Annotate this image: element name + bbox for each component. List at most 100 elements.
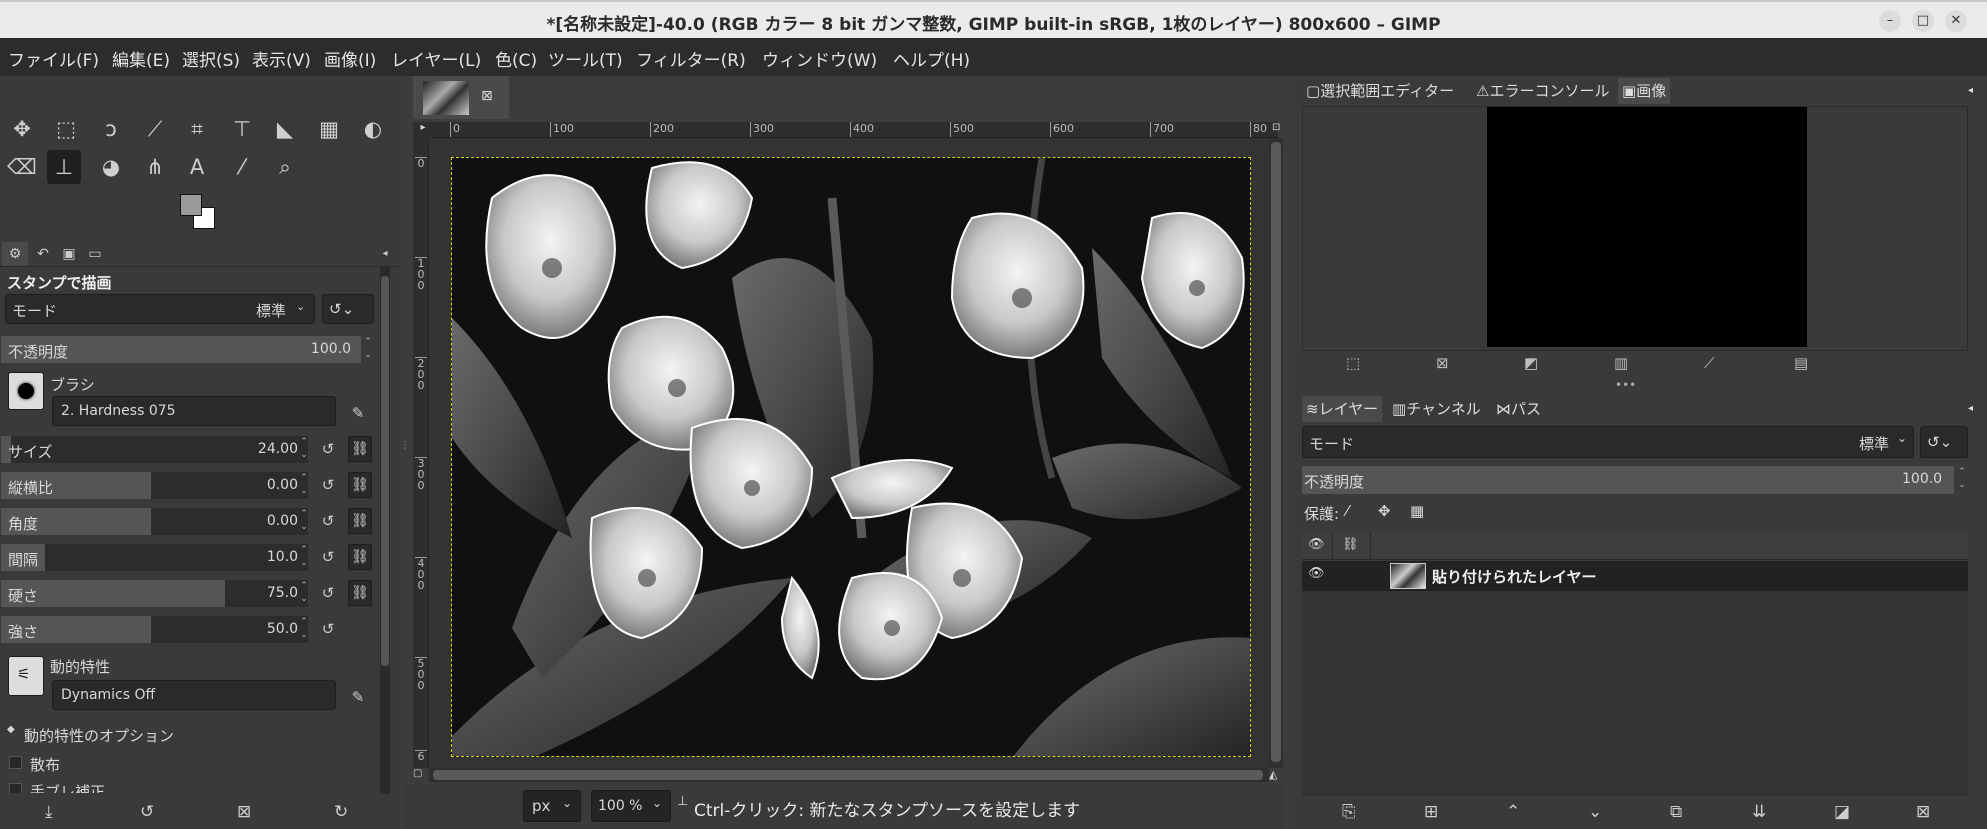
layer-opacity-spin-icon[interactable]: ⌃ ⌄ bbox=[1956, 466, 1968, 493]
fuzzy-select-icon[interactable]: ⟋ bbox=[138, 112, 172, 146]
lasso-icon[interactable]: ↄ bbox=[94, 112, 128, 146]
force-reset-icon[interactable]: ↺ bbox=[316, 616, 340, 642]
dock-menu-icon[interactable]: ◂ bbox=[372, 242, 398, 266]
pane-resize-icon[interactable]: ••• bbox=[1615, 378, 1636, 392]
spacing-link-icon[interactable]: ⛓ bbox=[348, 544, 372, 570]
brush-name-field[interactable]: 2. Hardness 075 bbox=[52, 396, 336, 426]
layer-mode-combo[interactable]: モード 標準 ⌄ bbox=[1302, 426, 1914, 458]
select-none-icon[interactable]: ⊠ bbox=[1436, 354, 1449, 372]
layer-opacity-slider[interactable]: 不透明度 100.0 bbox=[1302, 466, 1954, 494]
quickmask-corner-icon[interactable]: ▸ bbox=[413, 122, 433, 138]
zoom-follow-icon[interactable]: ⊡ bbox=[1272, 122, 1284, 138]
smudge-icon[interactable]: ◐ bbox=[356, 112, 390, 146]
mode-reset-combo[interactable]: ↺⌄ bbox=[322, 294, 374, 324]
close-tab-icon[interactable]: ⊠ bbox=[481, 88, 493, 104]
navigate-icon[interactable]: ◭ bbox=[1269, 768, 1283, 782]
layer-name[interactable]: 貼り付けられたレイヤー bbox=[1432, 566, 1597, 587]
tab-paths[interactable]: ⋈パス bbox=[1492, 396, 1545, 422]
opacity-slider[interactable]: 不透明度 100.0 bbox=[1, 336, 361, 363]
vertical-ruler[interactable]: 0 1 0 0 2 0 0 3 0 0 4 0 0 5 0 0 6 bbox=[413, 138, 429, 768]
eraser-icon[interactable]: ⌫ bbox=[5, 150, 39, 184]
smudge-blob-icon[interactable]: ◕ bbox=[94, 150, 128, 184]
new-layer-group-icon[interactable]: ⊞ bbox=[1424, 802, 1438, 822]
move-icon[interactable]: ✥ bbox=[5, 112, 39, 146]
dynamics-preview[interactable]: ⚟ bbox=[8, 656, 44, 696]
menu-image[interactable]: 画像(I) bbox=[324, 46, 376, 71]
device-status-tab-icon[interactable]: ▭ bbox=[82, 242, 108, 266]
delete-layer-icon[interactable]: ⊠ bbox=[1916, 802, 1930, 822]
menu-help[interactable]: ヘルプ(H) bbox=[893, 46, 970, 71]
tab-layers[interactable]: ≋レイヤー bbox=[1302, 396, 1383, 422]
dock-menu-icon[interactable]: ◂ bbox=[1964, 78, 1977, 104]
mode-combo[interactable]: モード 標準 ⌄ bbox=[5, 294, 315, 324]
new-layer-icon[interactable]: ⎘ bbox=[1342, 802, 1356, 822]
eye-icon[interactable]: 👁 bbox=[1308, 566, 1325, 581]
tab-channels[interactable]: ▥チャンネル bbox=[1388, 396, 1485, 422]
dynamics-options-label[interactable]: 動的特性のオプション bbox=[24, 725, 174, 746]
bucket-fill-icon[interactable]: ◣ bbox=[268, 112, 302, 146]
image-preview-panel[interactable] bbox=[1302, 106, 1968, 351]
merge-down-icon[interactable]: ⇊ bbox=[1752, 802, 1766, 822]
angle-slider[interactable]: 角度 0.00 bbox=[1, 508, 308, 535]
spacing-reset-icon[interactable]: ↺ bbox=[316, 544, 340, 570]
dock-menu-icon[interactable]: ◂ bbox=[1964, 396, 1977, 422]
canvas-horizontal-scrollbar[interactable] bbox=[429, 768, 1269, 782]
save-preset-icon[interactable]: ⤓ bbox=[45, 802, 53, 822]
force-slider[interactable]: 強さ 50.0 bbox=[1, 616, 308, 643]
layer-mode-reset[interactable]: ↺⌄ bbox=[1920, 426, 1968, 458]
hardness-slider[interactable]: 硬さ 75.0 bbox=[1, 580, 308, 607]
left-scrollbar-thumb[interactable] bbox=[381, 276, 389, 666]
hscroll-thumb[interactable] bbox=[433, 770, 1263, 780]
raise-layer-icon[interactable]: ⌃ bbox=[1506, 802, 1520, 822]
to-path-icon[interactable]: ⟋ bbox=[1704, 354, 1715, 372]
menu-filters[interactable]: フィルター(R) bbox=[636, 46, 746, 71]
spacing-spin-icon[interactable]: ⌃ ⌄ bbox=[298, 544, 310, 571]
canvas-vertical-scrollbar[interactable] bbox=[1269, 138, 1283, 768]
hardness-spin-icon[interactable]: ⌃ ⌄ bbox=[298, 580, 310, 607]
horizontal-ruler[interactable]: 0 100 200 300 400 500 600 700 80 bbox=[433, 122, 1278, 138]
aspect-link-icon[interactable]: ⛓ bbox=[348, 472, 372, 498]
lower-layer-icon[interactable]: ⌄ bbox=[1588, 802, 1602, 822]
zoom-icon[interactable]: ⌕ bbox=[268, 150, 302, 184]
maximize-button[interactable]: □ bbox=[1912, 10, 1934, 32]
paths-icon[interactable]: ⋔ bbox=[138, 150, 172, 184]
crop-icon[interactable]: ⌗ bbox=[180, 112, 214, 146]
canvas-view[interactable] bbox=[429, 138, 1269, 768]
delete-preset-icon[interactable]: ⊠ bbox=[237, 802, 251, 822]
edit-dynamics-icon[interactable]: ✎ bbox=[346, 684, 370, 710]
size-slider[interactable]: サイズ 24.00 bbox=[1, 436, 308, 463]
expander-icon[interactable]: ◆ bbox=[7, 724, 15, 735]
restore-preset-icon[interactable]: ↺ bbox=[140, 802, 154, 822]
angle-link-icon[interactable]: ⛓ bbox=[348, 508, 372, 534]
opacity-spin-icon[interactable]: ⌃ ⌄ bbox=[362, 336, 374, 363]
clone-stamp-icon[interactable]: ⊥ bbox=[47, 150, 81, 184]
reset-options-icon[interactable]: ↻ bbox=[334, 802, 348, 822]
text-icon[interactable]: A bbox=[180, 150, 214, 184]
aspect-slider[interactable]: 縦横比 0.00 bbox=[1, 472, 308, 499]
invert-selection-icon[interactable]: ◩ bbox=[1524, 354, 1538, 372]
duplicate-layer-icon[interactable]: ⧉ bbox=[1670, 802, 1682, 822]
left-scrollbar[interactable] bbox=[380, 266, 390, 794]
zoom-combo[interactable]: 100 % ⌄ bbox=[591, 790, 671, 822]
dynamics-name-field[interactable]: Dynamics Off bbox=[52, 680, 336, 710]
gradient-icon[interactable]: ▦ bbox=[312, 112, 346, 146]
warp-transform-icon[interactable]: ⊤ bbox=[225, 112, 259, 146]
brush-preview[interactable] bbox=[8, 372, 44, 410]
color-picker-icon[interactable]: ⁄ bbox=[225, 150, 259, 184]
lock-alpha-icon[interactable]: ▦ bbox=[1410, 502, 1424, 520]
select-all-icon[interactable]: ⬚ bbox=[1346, 354, 1360, 372]
size-spin-icon[interactable]: ⌃ ⌄ bbox=[298, 436, 310, 463]
size-link-icon[interactable]: ⛓ bbox=[348, 436, 372, 462]
tool-options-tab-icon[interactable]: ⚙ bbox=[2, 242, 28, 266]
undo-history-tab-icon[interactable]: ↶ bbox=[30, 242, 56, 266]
spacing-slider[interactable]: 間隔 10.0 bbox=[1, 544, 308, 571]
save-to-channel-icon[interactable]: ▥ bbox=[1614, 354, 1628, 372]
close-button[interactable]: ✕ bbox=[1945, 10, 1967, 32]
lock-position-icon[interactable]: ✥ bbox=[1378, 502, 1391, 520]
angle-reset-icon[interactable]: ↺ bbox=[316, 508, 340, 534]
tab-image[interactable]: ▣画像 bbox=[1618, 78, 1671, 104]
edit-brush-icon[interactable]: ✎ bbox=[346, 400, 370, 426]
unit-combo[interactable]: px ⌄ bbox=[523, 790, 581, 822]
menu-layer[interactable]: レイヤー(L) bbox=[391, 46, 481, 71]
image-tab[interactable]: ⊠ bbox=[413, 76, 509, 120]
